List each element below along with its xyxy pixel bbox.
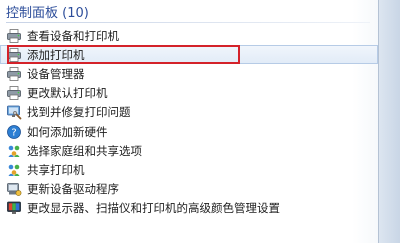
- help-icon: ?: [7, 124, 21, 139]
- window-edge: [378, 0, 400, 243]
- result-label: 共享打印机: [27, 162, 85, 177]
- device-manager-icon: [7, 183, 22, 196]
- result-change-default-printer[interactable]: 更改默认打印机: [0, 84, 378, 103]
- result-label: 更改默认打印机: [27, 86, 108, 101]
- printer-icon: [7, 47, 21, 62]
- result-update-device-drivers[interactable]: 更新设备驱动程序: [0, 180, 378, 199]
- printer-icon: [7, 86, 21, 101]
- result-label: 更新设备驱动程序: [27, 182, 119, 197]
- result-label: 设备管理器: [27, 66, 85, 81]
- result-label: 找到并修复打印问题: [27, 105, 131, 120]
- result-label: 如何添加新硬件: [27, 124, 108, 139]
- result-label: 更改显示器、扫描仪和打印机的高级颜色管理设置: [27, 201, 280, 216]
- result-homegroup-sharing[interactable]: 选择家庭组和共享选项: [0, 141, 378, 160]
- printer-icon: [7, 67, 21, 81]
- printer-icon: [7, 28, 21, 43]
- result-add-new-hardware[interactable]: ? 如何添加新硬件: [0, 122, 378, 141]
- result-label: 添加打印机: [27, 47, 85, 62]
- result-label: 查看设备和打印机: [27, 28, 119, 43]
- result-device-manager[interactable]: 设备管理器: [0, 64, 378, 83]
- color-management-icon: [7, 201, 21, 215]
- result-troubleshoot-printing[interactable]: 找到并修复打印问题: [0, 103, 378, 122]
- search-results-panel: 控制面板 (10) 查看设备和打印机 添加打印机 设备管理器 更改默认打印机 找…: [0, 0, 400, 243]
- results-list: 查看设备和打印机 添加打印机 设备管理器 更改默认打印机 找到并修复打印问题 ?…: [0, 26, 378, 218]
- category-header[interactable]: 控制面板 (10): [6, 2, 89, 21]
- result-label: 选择家庭组和共享选项: [27, 143, 142, 158]
- homegroup-icon: [8, 164, 20, 176]
- result-view-devices-printers[interactable]: 查看设备和打印机: [0, 26, 378, 45]
- troubleshoot-icon: [7, 105, 22, 120]
- result-add-printer[interactable]: 添加打印机: [0, 45, 378, 65]
- svg-text:?: ?: [11, 127, 16, 138]
- result-share-printer[interactable]: 共享打印机: [0, 160, 378, 179]
- homegroup-icon: [8, 145, 20, 157]
- result-color-management[interactable]: 更改显示器、扫描仪和打印机的高级颜色管理设置: [0, 199, 378, 218]
- header-divider: [6, 22, 370, 23]
